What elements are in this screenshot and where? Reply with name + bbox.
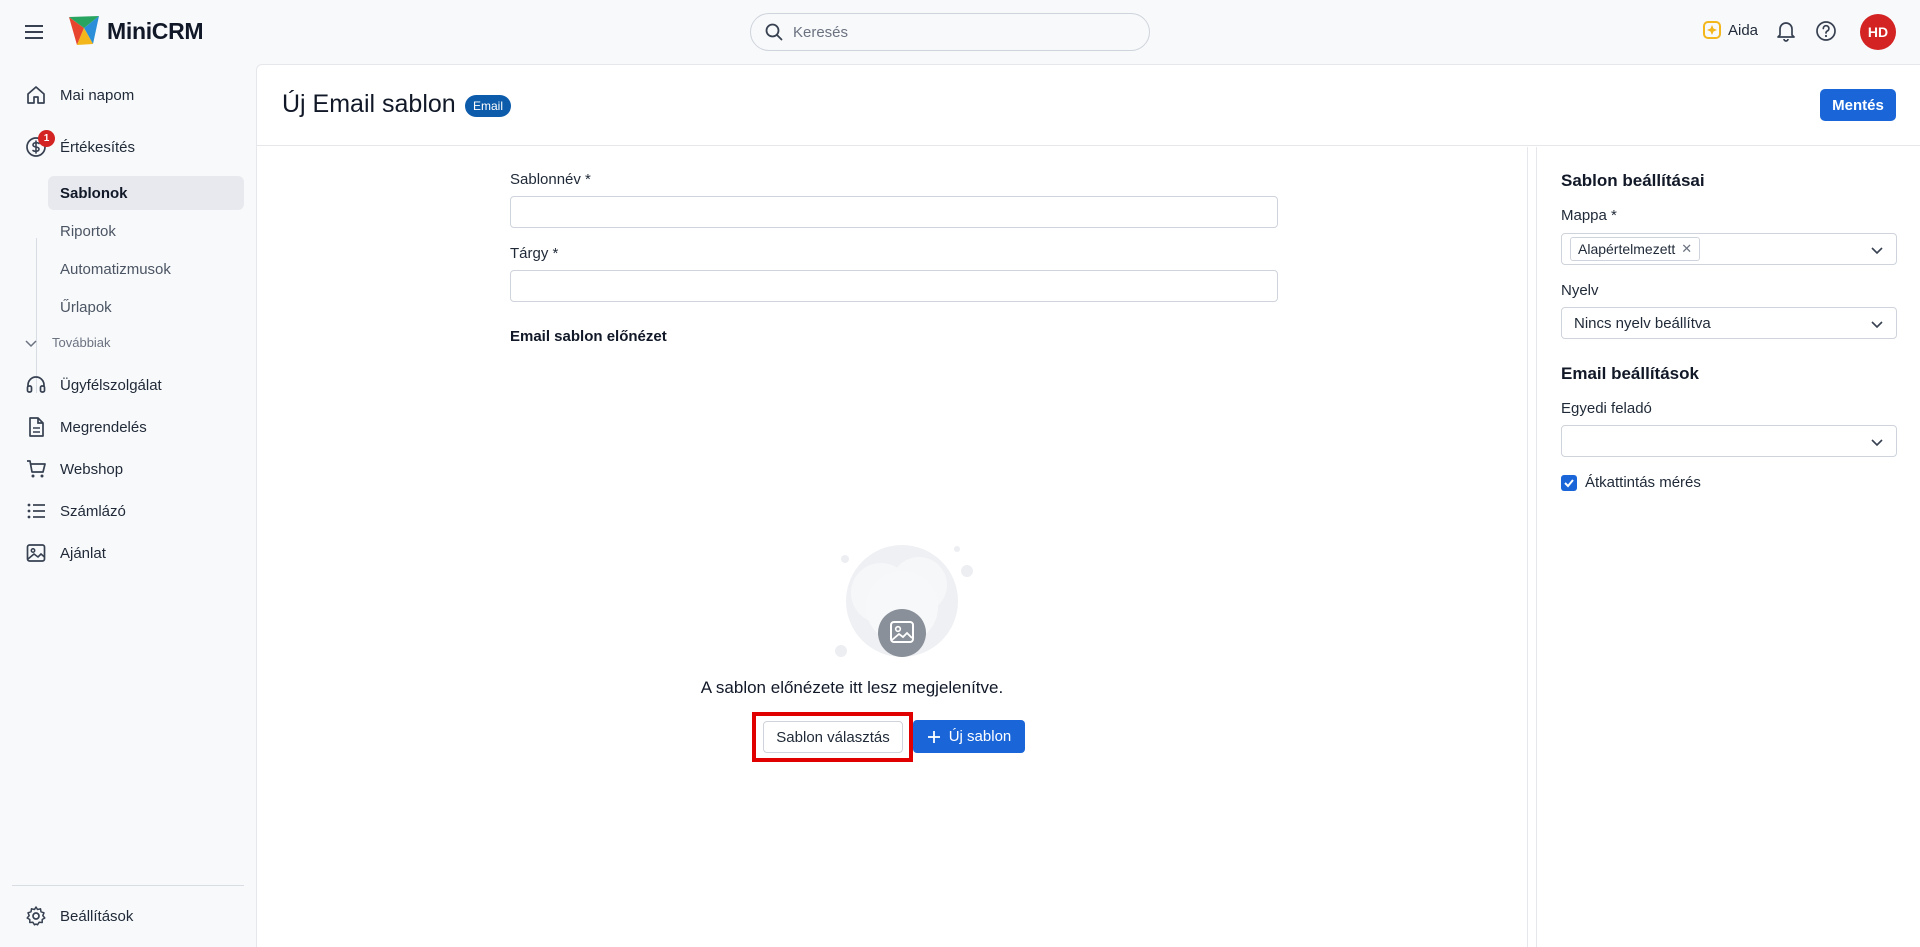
sidebar-item-mai-napom[interactable]: Mai napom xyxy=(12,76,244,114)
search-box[interactable] xyxy=(750,13,1150,51)
aida-sparkle-icon xyxy=(1703,21,1721,39)
headset-icon xyxy=(24,373,48,397)
sidebar-item-szamlazo[interactable]: Számlázó xyxy=(12,492,244,530)
hamburger-menu-icon[interactable] xyxy=(22,20,46,44)
subject-label: Tárgy * xyxy=(510,245,559,262)
email-settings-title: Email beállítások xyxy=(1561,364,1699,383)
page-title: Új Email sablon xyxy=(282,90,456,118)
sidebar-item-label: Számlázó xyxy=(60,502,126,520)
choose-template-button[interactable]: Sablon választás xyxy=(763,721,903,753)
sidebar-item-label: Ügyfélszolgálat xyxy=(60,376,162,394)
more-label: Továbbiak xyxy=(52,335,111,350)
sidebar-item-ajanlat[interactable]: Ajánlat xyxy=(12,534,244,572)
notification-badge: 1 xyxy=(38,130,55,147)
sidebar-item-label: Mai napom xyxy=(60,86,135,104)
document-icon xyxy=(24,415,48,439)
sidebar-subitem-urlapok[interactable]: Űrlapok xyxy=(48,290,244,324)
help-icon[interactable] xyxy=(1815,20,1837,47)
search-icon xyxy=(765,23,783,41)
sidebar-item-webshop[interactable]: Webshop xyxy=(12,450,244,488)
sidebar-item-label: Értékesítés xyxy=(60,138,136,156)
sidebar-subitem-riportok[interactable]: Riportok xyxy=(48,214,244,248)
save-button[interactable]: Mentés xyxy=(1820,89,1896,121)
template-name-input[interactable] xyxy=(510,196,1278,228)
sidebar-divider xyxy=(12,885,244,886)
language-select[interactable]: Nincs nyelv beállítva xyxy=(1561,307,1897,339)
sidebar-item-ertekesites[interactable]: 1 Értékesítés xyxy=(12,128,244,166)
user-avatar[interactable]: HD xyxy=(1860,14,1896,50)
new-template-button[interactable]: Új sablon xyxy=(913,720,1025,753)
sender-label: Egyedi feladó xyxy=(1561,400,1652,417)
new-template-label: Új sablon xyxy=(948,728,1012,745)
remove-tag-icon[interactable]: ✕ xyxy=(1681,241,1692,257)
chevron-down-icon xyxy=(1871,247,1883,255)
language-label: Nyelv xyxy=(1561,282,1599,299)
click-tracking-checkbox[interactable] xyxy=(1561,474,1577,491)
click-tracking-label: Átkattintás mérés xyxy=(1585,474,1701,491)
aida-label: Aida xyxy=(1728,21,1759,39)
empty-preview-illustration xyxy=(827,535,977,665)
sidebar-item-beallitasok[interactable]: Beállítások xyxy=(12,897,244,935)
sidebar: Mai napom 1 Értékesítés Sablonok Riporto… xyxy=(0,64,256,947)
gear-icon xyxy=(24,904,48,928)
minicrm-logo-icon xyxy=(69,16,99,45)
sidebar-item-ugyfelszolgalat[interactable]: Ügyfélszolgálat xyxy=(12,366,244,404)
empty-preview-text: A sablon előnézete itt lesz megjelenítve… xyxy=(700,678,1004,697)
cart-icon xyxy=(24,457,48,481)
app-logo[interactable]: MiniCRM xyxy=(67,14,204,48)
search-input[interactable] xyxy=(793,23,1133,41)
sidebar-item-label: Megrendelés xyxy=(60,418,147,436)
list-icon xyxy=(24,499,48,523)
folder-select[interactable]: Alapértelmezett ✕ xyxy=(1561,233,1897,265)
sidebar-item-megrendeles[interactable]: Megrendelés xyxy=(12,408,244,446)
right-panel-divider-2 xyxy=(1536,147,1537,947)
bell-icon[interactable] xyxy=(1776,20,1796,47)
main-panel: Új Email sablon Email Mentés Sablonnév *… xyxy=(256,64,1920,947)
aida-button[interactable]: Aida xyxy=(1702,20,1758,40)
sidebar-subitem-sablonok[interactable]: Sablonok xyxy=(48,176,244,210)
preview-section-label: Email sablon előnézet xyxy=(510,328,667,345)
language-value: Nincs nyelv beállítva xyxy=(1574,314,1711,332)
chevron-down-icon xyxy=(1871,321,1883,329)
checkmark-icon xyxy=(1564,478,1574,487)
sidebar-more-toggle[interactable]: Továbbiak xyxy=(24,335,111,350)
folder-tag-label: Alapértelmezett xyxy=(1578,241,1676,257)
type-badge: Email xyxy=(465,95,512,117)
dollar-circle-icon: 1 xyxy=(24,130,55,159)
template-name-label: Sablonnév * xyxy=(510,171,591,188)
right-panel-divider xyxy=(1527,147,1528,947)
image-icon xyxy=(24,541,48,565)
page-header: Új Email sablon Email Mentés xyxy=(257,65,1920,146)
template-settings-title: Sablon beállításai xyxy=(1561,171,1705,190)
sender-select[interactable] xyxy=(1561,425,1897,457)
subject-input[interactable] xyxy=(510,270,1278,302)
chevron-down-icon xyxy=(25,339,37,347)
plus-icon xyxy=(927,730,940,743)
home-icon xyxy=(24,83,48,107)
folder-label: Mappa * xyxy=(1561,207,1617,224)
sidebar-item-label: Ajánlat xyxy=(60,544,106,562)
top-bar: MiniCRM Aida HD xyxy=(0,0,1920,64)
chevron-down-icon xyxy=(1871,439,1883,447)
sidebar-subitem-automatizmusok[interactable]: Automatizmusok xyxy=(48,252,244,286)
sidebar-item-label: Beállítások xyxy=(60,907,134,925)
folder-tag: Alapértelmezett ✕ xyxy=(1570,237,1701,261)
sidebar-item-label: Webshop xyxy=(60,460,124,478)
app-name: MiniCRM xyxy=(107,17,204,44)
click-tracking-row: Átkattintás mérés xyxy=(1561,474,1701,491)
